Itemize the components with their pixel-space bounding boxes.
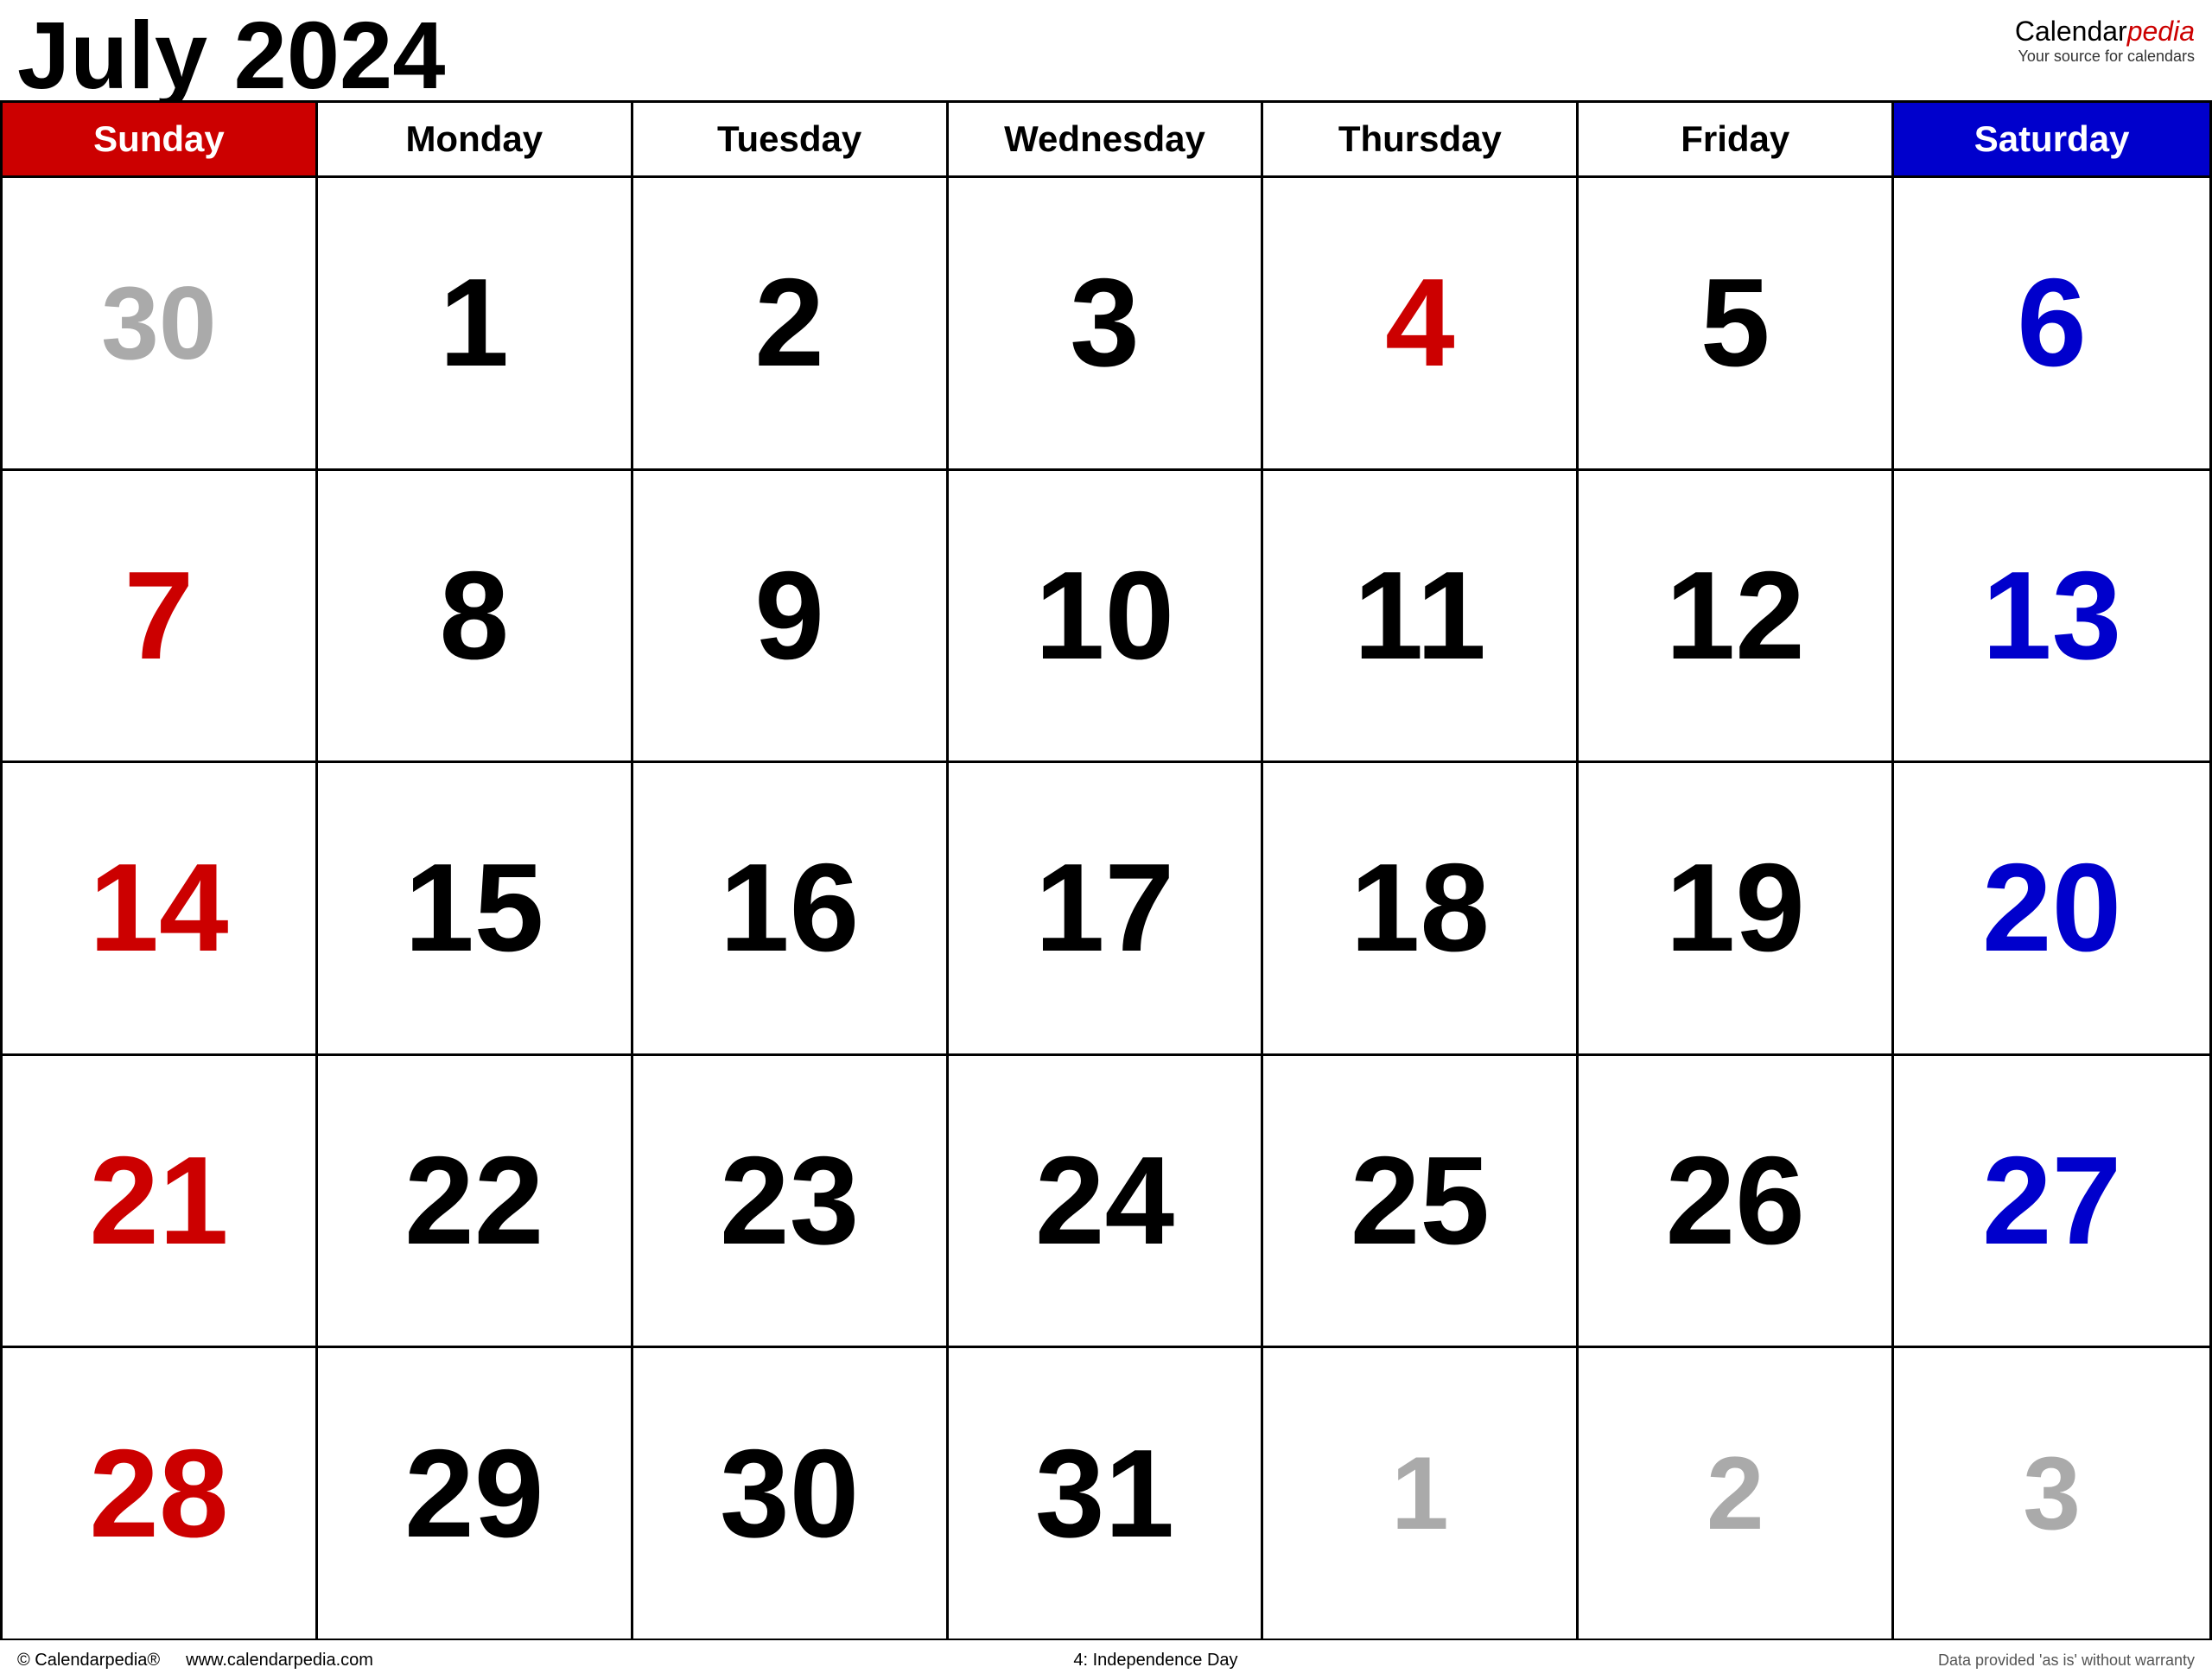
- day-cell-31: 31: [949, 1348, 1264, 1639]
- day-number: 18: [1351, 845, 1490, 970]
- day-cell-14: 14: [3, 763, 318, 1053]
- day-cell-7: 7: [3, 471, 318, 761]
- day-cell-16: 16: [633, 763, 949, 1053]
- day-number: 8: [439, 553, 509, 678]
- calendar-page: July 2024 Calendarpedia Your source for …: [0, 0, 2212, 1680]
- day-cell-11: 11: [1263, 471, 1579, 761]
- day-number: 10: [1035, 553, 1174, 678]
- footer-left: © Calendarpedia® www.calendarpedia.com: [17, 1651, 373, 1670]
- calendar-grid: Sunday Monday Tuesday Wednesday Thursday…: [0, 100, 2212, 1639]
- day-number: 20: [1982, 845, 2121, 970]
- calendar-footer: © Calendarpedia® www.calendarpedia.com 4…: [0, 1639, 2212, 1680]
- header-thursday: Thursday: [1263, 103, 1579, 175]
- day-cell-15: 15: [318, 763, 633, 1053]
- day-cell-3-next: 3: [1894, 1348, 2209, 1639]
- day-cell-25: 25: [1263, 1056, 1579, 1346]
- day-number: 26: [1666, 1138, 1805, 1263]
- day-number: 15: [404, 845, 543, 970]
- day-number: 2: [1707, 1441, 1764, 1545]
- header-saturday: Saturday: [1894, 103, 2209, 175]
- day-number: 23: [720, 1138, 859, 1263]
- day-number: 28: [89, 1431, 228, 1556]
- day-cell-29: 29: [318, 1348, 633, 1639]
- day-cell-2-next: 2: [1579, 1348, 1894, 1639]
- copyright-text: © Calendarpedia®: [17, 1651, 160, 1670]
- day-cell-18: 18: [1263, 763, 1579, 1053]
- disclaimer-text: Data provided 'as is' without warranty: [1938, 1651, 2195, 1670]
- day-number: 14: [89, 845, 228, 970]
- month-title: July 2024: [17, 9, 445, 104]
- day-number: 30: [720, 1431, 859, 1556]
- day-number: 13: [1982, 553, 2121, 678]
- day-cell-30-prev: 30: [3, 178, 318, 468]
- day-number: 30: [101, 271, 216, 375]
- day-number: 1: [1391, 1441, 1449, 1545]
- day-number: 25: [1351, 1138, 1490, 1263]
- day-number: 6: [2017, 260, 2087, 385]
- day-headers-row: Sunday Monday Tuesday Wednesday Thursday…: [3, 103, 2209, 178]
- day-number: 21: [89, 1138, 228, 1263]
- day-number: 16: [720, 845, 859, 970]
- day-cell-2: 2: [633, 178, 949, 468]
- day-cell-5: 5: [1579, 178, 1894, 468]
- week-row-5: 28 29 30 31 1 2 3: [3, 1348, 2209, 1639]
- calendar-weeks: 30 1 2 3 4 5 6: [3, 178, 2209, 1639]
- day-number: 24: [1035, 1138, 1174, 1263]
- day-number: 17: [1035, 845, 1174, 970]
- day-number: 7: [124, 553, 194, 678]
- week-row-3: 14 15 16 17 18 19 20: [3, 763, 2209, 1056]
- day-cell-21: 21: [3, 1056, 318, 1346]
- header-tuesday: Tuesday: [633, 103, 949, 175]
- day-cell-19: 19: [1579, 763, 1894, 1053]
- day-cell-12: 12: [1579, 471, 1894, 761]
- day-number: 11: [1354, 553, 1486, 678]
- day-number: 3: [2023, 1441, 2081, 1545]
- day-cell-20: 20: [1894, 763, 2209, 1053]
- day-cell-24: 24: [949, 1056, 1264, 1346]
- day-cell-6: 6: [1894, 178, 2209, 468]
- day-number: 19: [1666, 845, 1805, 970]
- day-number: 5: [1700, 260, 1770, 385]
- day-number: 2: [754, 260, 824, 385]
- brand-name: Calendarpedia: [2015, 16, 2195, 48]
- header-wednesday: Wednesday: [949, 103, 1264, 175]
- week-row-1: 30 1 2 3 4 5 6: [3, 178, 2209, 471]
- day-number: 9: [754, 553, 824, 678]
- day-number: 1: [439, 260, 509, 385]
- day-number: 22: [404, 1138, 543, 1263]
- website-url: www.calendarpedia.com: [186, 1651, 373, 1670]
- day-number: 29: [404, 1431, 543, 1556]
- day-cell-17: 17: [949, 763, 1264, 1053]
- day-cell-10: 10: [949, 471, 1264, 761]
- day-cell-27: 27: [1894, 1056, 2209, 1346]
- day-cell-30: 30: [633, 1348, 949, 1639]
- holiday-note: 4: Independence Day: [1073, 1651, 1237, 1670]
- brand-tagline: Your source for calendars: [2015, 48, 2195, 66]
- header-monday: Monday: [318, 103, 633, 175]
- day-number: 4: [1385, 260, 1455, 385]
- day-number: 12: [1666, 553, 1805, 678]
- day-number: 31: [1035, 1431, 1174, 1556]
- day-cell-22: 22: [318, 1056, 633, 1346]
- day-cell-28: 28: [3, 1348, 318, 1639]
- calendar-header: July 2024 Calendarpedia Your source for …: [0, 0, 2212, 100]
- week-row-2: 7 8 9 10 11 12 13: [3, 471, 2209, 764]
- week-row-4: 21 22 23 24 25 26 27: [3, 1056, 2209, 1349]
- day-cell-1-next: 1: [1263, 1348, 1579, 1639]
- day-cell-13: 13: [1894, 471, 2209, 761]
- day-cell-23: 23: [633, 1056, 949, 1346]
- day-cell-1: 1: [318, 178, 633, 468]
- header-sunday: Sunday: [3, 103, 318, 175]
- day-cell-26: 26: [1579, 1056, 1894, 1346]
- header-friday: Friday: [1579, 103, 1894, 175]
- day-cell-9: 9: [633, 471, 949, 761]
- day-cell-4: 4: [1263, 178, 1579, 468]
- brand-logo: Calendarpedia Your source for calendars: [2015, 9, 2195, 66]
- day-number: 3: [1070, 260, 1140, 385]
- day-cell-8: 8: [318, 471, 633, 761]
- brand-emphasis: pedia: [2127, 16, 2195, 47]
- day-cell-3: 3: [949, 178, 1264, 468]
- day-number: 27: [1982, 1138, 2121, 1263]
